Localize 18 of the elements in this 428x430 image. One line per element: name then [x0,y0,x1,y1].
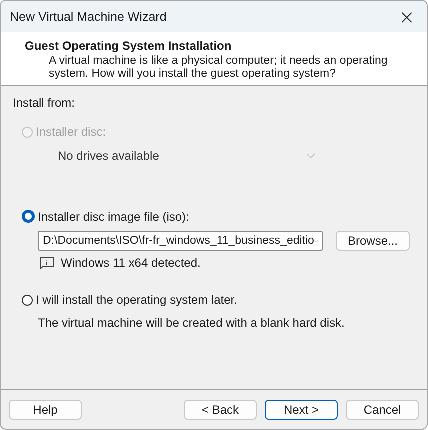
page-description: A virtual machine is like a physical computer; it needs an operating system. How will you install the guest operating system? [48,55,389,81]
window-title: New Virtual Machine Wizard [10,10,168,24]
install-from-label: Install from: [13,96,76,110]
back-button[interactable]: < Back [184,400,257,420]
radio-option[interactable]: I will install the operating system later. [22,292,238,308]
cancel-button[interactable]: Cancel [346,400,419,420]
detection-message: Windows 11 x64 detected. [61,256,201,270]
page-heading: Guest Operating System Installation [25,39,233,53]
browse-button[interactable]: Browse... [336,231,410,251]
next-button[interactable]: Next > [265,400,338,420]
info-icon [39,256,55,270]
iso-path-combo[interactable]: D:\Documents\ISO\fr-fr_windows_11_business_editio [38,231,323,251]
close-button[interactable]: × [387,1,427,32]
option-note: The virtual machine will be created with a blank hard disk. [38,316,346,330]
help-button[interactable]: Help [9,400,82,420]
radio-option[interactable]: Installer disc image file (iso): [22,208,190,224]
chevron-down-icon [306,152,316,158]
chevron-down-icon [314,238,319,244]
